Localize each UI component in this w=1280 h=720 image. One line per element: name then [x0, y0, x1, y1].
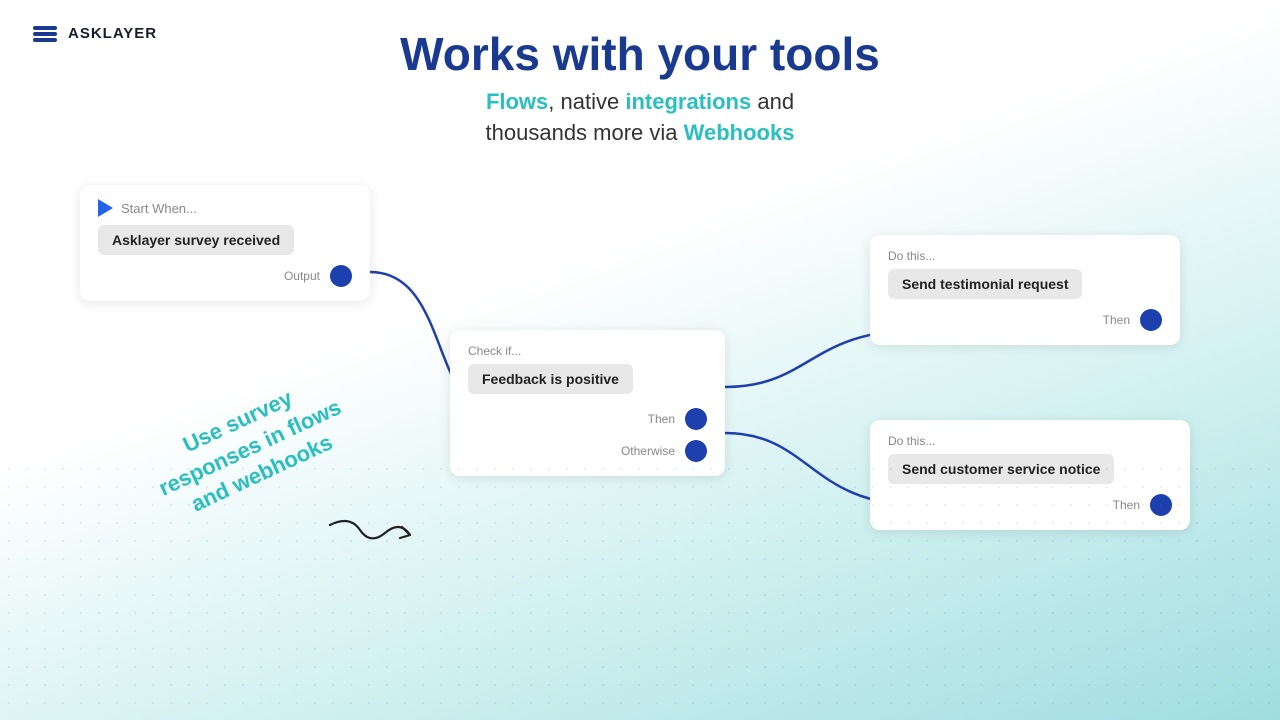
- action-top-then-dot: [1140, 309, 1162, 331]
- start-node-header: Start When...: [98, 199, 352, 217]
- main-title: Works with your tools: [0, 28, 1280, 81]
- start-node-label: Start When...: [121, 201, 197, 216]
- subtitle-via: thousands more via: [486, 120, 684, 145]
- start-node: Start When... Asklayer survey received O…: [80, 185, 370, 301]
- output-label: Output: [284, 269, 320, 283]
- play-icon: [98, 199, 113, 217]
- otherwise-dot: [685, 440, 707, 462]
- subtitle-native: , native: [548, 89, 625, 114]
- logo-text: ASKLAYER: [68, 25, 157, 42]
- action-top-node: Do this... Send testimonial request Then: [870, 235, 1180, 345]
- action-top-then-row: Then: [888, 309, 1162, 331]
- check-connectors: Then Otherwise: [468, 408, 707, 462]
- then-dot: [685, 408, 707, 430]
- action-bottom-then-dot: [1150, 494, 1172, 516]
- header: Works with your tools Flows, native inte…: [0, 0, 1280, 148]
- subtitle-integrations: integrations: [625, 89, 751, 114]
- action-bottom-then-row: Then: [888, 494, 1172, 516]
- action-bottom-node: Do this... Send customer service notice …: [870, 420, 1190, 530]
- logo-icon: [30, 18, 60, 48]
- then-label: Then: [648, 412, 675, 426]
- otherwise-label: Otherwise: [621, 444, 675, 458]
- subtitle: Flows, native integrations and thousands…: [0, 87, 1280, 149]
- logo: ASKLAYER: [30, 18, 157, 48]
- action-top-label: Do this...: [888, 249, 1162, 263]
- then-row: Then: [468, 408, 707, 430]
- squiggle-arrow: [320, 505, 440, 570]
- action-bottom-then-label: Then: [1113, 498, 1140, 512]
- check-node: Check if... Feedback is positive Then Ot…: [450, 330, 725, 476]
- action-top-content: Send testimonial request: [888, 269, 1082, 299]
- start-node-output-row: Output: [98, 265, 352, 287]
- flow-container: Start When... Asklayer survey received O…: [50, 175, 1230, 615]
- check-node-label: Check if...: [468, 344, 707, 358]
- subtitle-and: and: [751, 89, 794, 114]
- action-bottom-label: Do this...: [888, 434, 1172, 448]
- start-node-content: Asklayer survey received: [98, 225, 294, 255]
- output-dot: [330, 265, 352, 287]
- subtitle-webhooks: Webhooks: [684, 120, 795, 145]
- action-bottom-content: Send customer service notice: [888, 454, 1114, 484]
- action-top-then-label: Then: [1103, 313, 1130, 327]
- subtitle-flows: Flows: [486, 89, 548, 114]
- check-node-content: Feedback is positive: [468, 364, 633, 394]
- otherwise-row: Otherwise: [468, 440, 707, 462]
